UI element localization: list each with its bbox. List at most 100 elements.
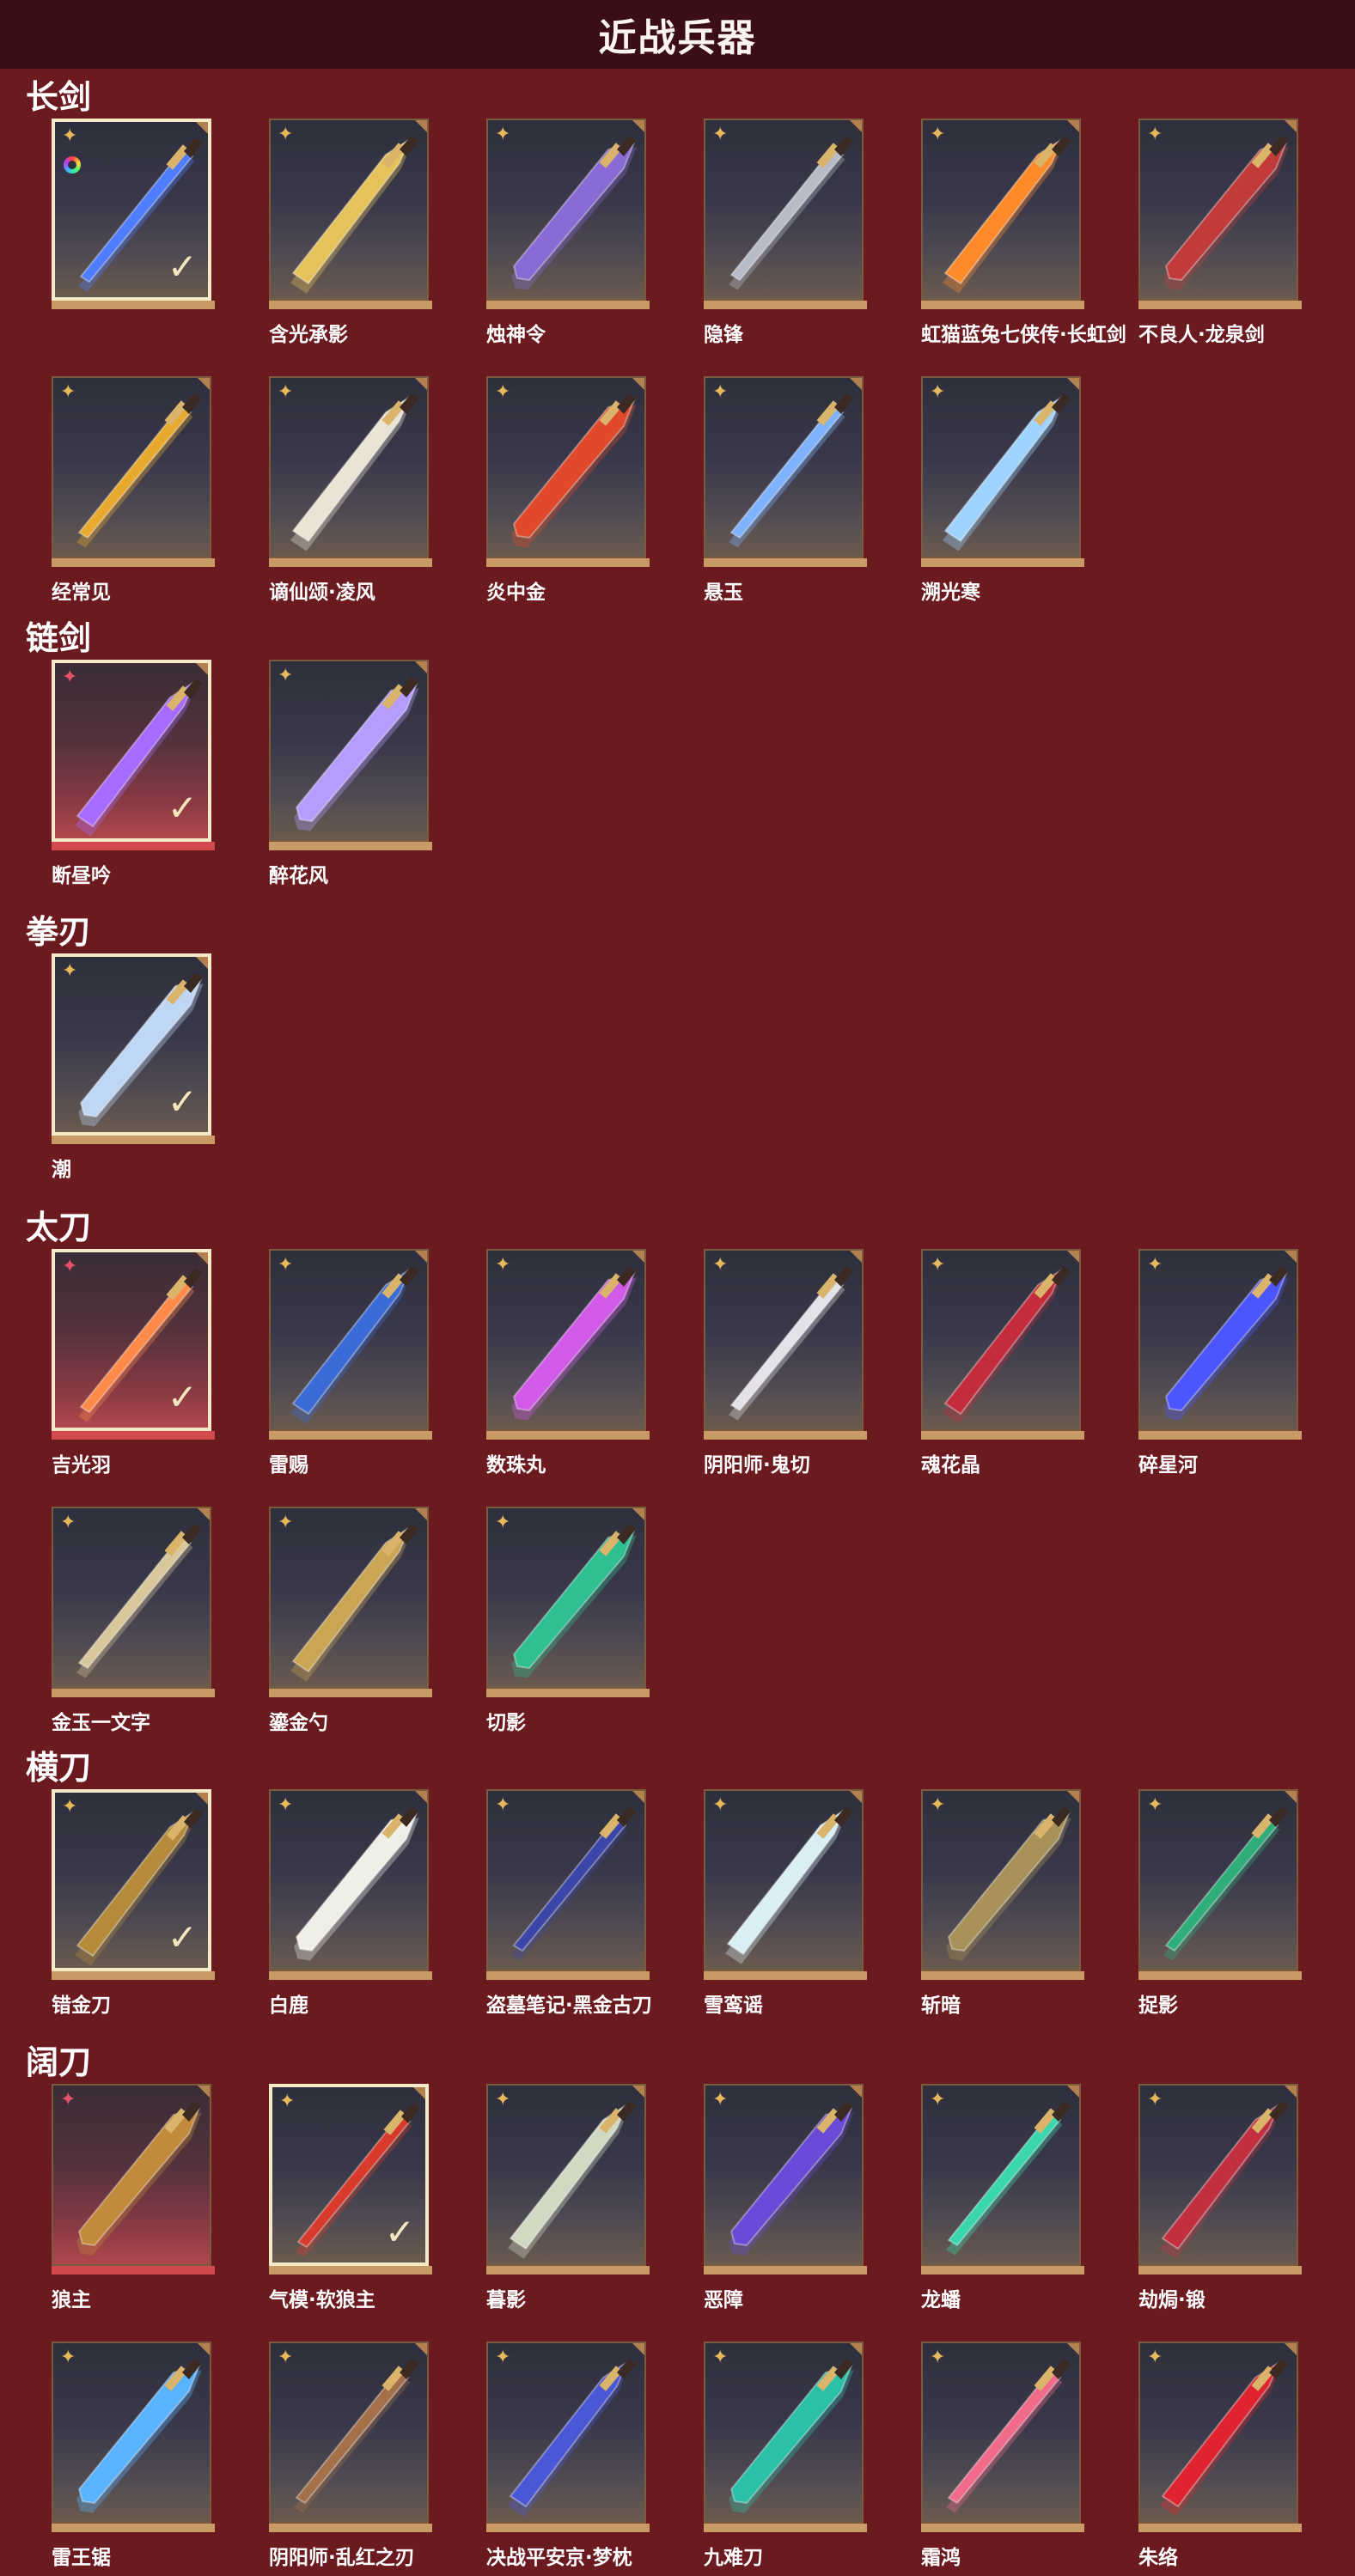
weapon-thumbnail: ✦ (704, 119, 864, 301)
weapon-card[interactable]: ✦ (921, 2342, 1084, 2532)
weapon-card[interactable]: ✦ (1138, 1249, 1302, 1440)
weapon-card[interactable]: ✦ ✓ (52, 1249, 215, 1440)
weapon-illustration (290, 1266, 418, 1424)
weapon-card[interactable]: ✦ ✓ (52, 660, 215, 850)
weapon-card[interactable]: ✦ (921, 376, 1084, 567)
weapon-illustration (508, 2359, 636, 2517)
weapon-card[interactable]: ✦ (486, 1789, 650, 1980)
rarity-strip (269, 2524, 432, 2532)
rarity-star-icon: ✦ (930, 1254, 946, 1276)
weapon-card[interactable]: ✦ (269, 376, 432, 567)
weapon-card[interactable]: ✦ ✓ (52, 1789, 215, 1980)
category-title: 链剑 (26, 619, 92, 657)
rarity-star-icon: ✦ (495, 1254, 511, 1276)
weapon-thumbnail: ✦ (269, 376, 429, 558)
weapon-card[interactable]: ✦ (704, 119, 867, 309)
weapon-thumbnail: ✦ (269, 1789, 429, 1971)
weapon-card[interactable]: ✦ (1138, 2084, 1302, 2275)
weapon-card[interactable]: ✦ (921, 2084, 1084, 2275)
weapon-card[interactable]: ✦ (921, 119, 1084, 309)
rarity-star-icon: ✦ (930, 124, 946, 145)
weapon-illustration (943, 1266, 1071, 1424)
weapon-name: 鎏金勺 (269, 1712, 328, 1734)
weapon-card[interactable]: ✦ (704, 2342, 867, 2532)
weapon-thumbnail: ✦ (486, 1507, 646, 1689)
equipped-check-icon: ✓ (167, 1376, 198, 1418)
weapon-card[interactable]: ✦ (486, 2342, 650, 2532)
rarity-strip (704, 301, 867, 309)
weapon-card[interactable]: ✦ (704, 1789, 867, 1980)
weapon-name: 炎中金 (486, 582, 546, 604)
weapon-card[interactable]: ✦ (704, 376, 867, 567)
equipped-check-icon: ✓ (167, 246, 198, 288)
weapon-name: 错金刀 (52, 1994, 111, 2017)
rarity-strip (269, 1431, 432, 1440)
category-title: 拳刃 (26, 913, 92, 951)
rarity-strip (486, 2266, 650, 2275)
equipped-check-icon: ✓ (167, 1916, 198, 1958)
weapon-card[interactable]: ✦ (52, 2084, 215, 2275)
weapon-name: 劫焗·锻 (1138, 2289, 1205, 2311)
weapon-card[interactable]: ✦ (1138, 2342, 1302, 2532)
weapon-card[interactable]: ✦ (52, 376, 215, 567)
weapon-name: 碎星河 (1138, 1454, 1198, 1477)
rarity-strip (704, 1431, 867, 1440)
rarity-star-icon: ✦ (712, 381, 729, 403)
weapon-name: 不良人·龙泉剑 (1138, 324, 1265, 346)
weapon-name: 狼主 (52, 2289, 91, 2311)
weapon-card[interactable]: ✦ (269, 1249, 432, 1440)
weapon-card[interactable]: ✦ (704, 2084, 867, 2275)
weapon-thumbnail: ✦ ✓ (52, 1249, 211, 1431)
rarity-strip (52, 1689, 215, 1697)
weapon-card[interactable]: ✦ (486, 1507, 650, 1697)
weapon-illustration (76, 2101, 202, 2256)
rarity-strip (52, 1971, 215, 1980)
weapon-thumbnail: ✦ (921, 119, 1081, 301)
weapon-card[interactable]: ✦ (269, 119, 432, 309)
weapon-illustration (511, 1266, 637, 1421)
weapon-card[interactable]: ✦ (52, 2342, 215, 2532)
weapon-name: 朱络 (1138, 2547, 1178, 2569)
weapon-card[interactable]: ✦ (269, 660, 432, 850)
weapon-thumbnail: ✦ (921, 2342, 1081, 2524)
weapon-card[interactable]: ✦ (704, 1249, 867, 1440)
weapon-card[interactable]: ✦ (486, 119, 650, 309)
weapon-illustration (946, 2101, 1071, 2256)
rarity-star-icon: ✦ (495, 1794, 511, 1816)
rarity-star-icon: ✦ (712, 124, 729, 145)
category-title: 阔刀 (26, 2043, 92, 2081)
weapon-illustration (729, 2359, 854, 2513)
weapon-card[interactable]: ✦ (486, 2084, 650, 2275)
weapon-card[interactable]: ✦ ✓ (52, 953, 215, 1144)
rarity-star-icon: ✦ (278, 1512, 294, 1533)
weapon-illustration (943, 136, 1071, 294)
weapon-name: 阴阳师·乱红之刃 (269, 2547, 415, 2569)
rarity-star-icon: ✦ (1147, 2347, 1163, 2368)
weapon-card[interactable]: ✦ (269, 1507, 432, 1697)
rarity-strip (1138, 2524, 1302, 2532)
rarity-strip (921, 558, 1084, 567)
rarity-star-icon: ✦ (712, 1794, 729, 1816)
rarity-strip (52, 1136, 215, 1144)
rarity-strip (269, 301, 432, 309)
weapon-card[interactable]: ✦ (52, 1507, 215, 1697)
weapon-card[interactable]: ✦ (486, 1249, 650, 1440)
weapon-thumbnail: ✦ (1138, 1249, 1298, 1431)
weapon-card[interactable]: ✦ (1138, 119, 1302, 309)
weapon-card[interactable]: ✦ (921, 1249, 1084, 1440)
weapon-card[interactable]: ✦ (269, 1789, 432, 1980)
weapon-illustration (294, 677, 419, 831)
rarity-strip (921, 1971, 1084, 1980)
weapon-card[interactable]: ✦ (269, 2342, 432, 2532)
weapon-name: 雪鸾谣 (704, 1994, 763, 2017)
rarity-strip (921, 2266, 1084, 2275)
weapon-card[interactable]: ✦ ✓ (269, 2084, 432, 2275)
weapon-card[interactable]: ✦ (1138, 1789, 1302, 1980)
weapon-card[interactable]: ✦ (921, 1789, 1084, 1980)
rarity-strip (269, 1971, 432, 1980)
weapon-thumbnail: ✦ (1138, 1789, 1298, 1971)
weapon-card[interactable]: ✦ ✓ (52, 119, 215, 309)
weapon-illustration (946, 2359, 1071, 2513)
rarity-strip (486, 2524, 650, 2532)
weapon-card[interactable]: ✦ (486, 376, 650, 567)
